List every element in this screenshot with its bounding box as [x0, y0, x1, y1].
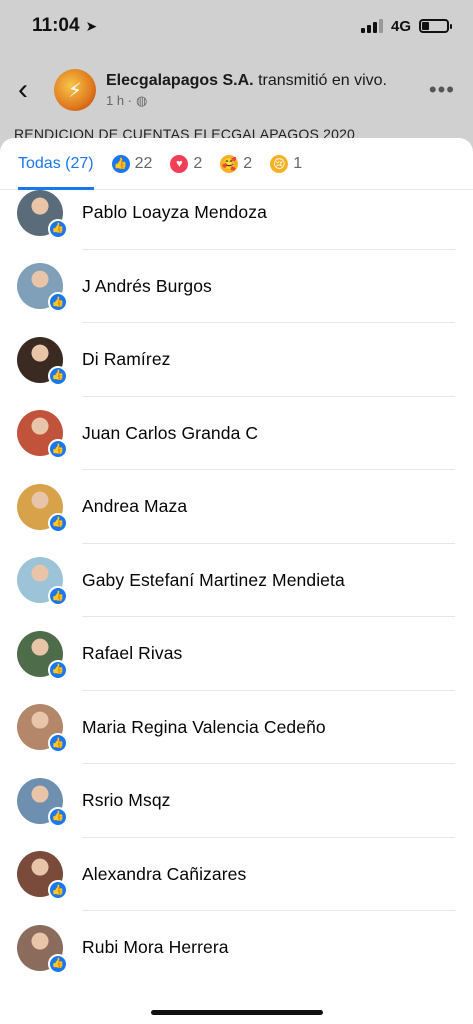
avatar-container: 👍: [17, 336, 68, 386]
list-item[interactable]: 👍 J Andrés Burgos: [0, 250, 473, 323]
tab-care-count: 2: [243, 154, 253, 172]
people-list: 👍 Pablo Loayza Mendoza 👍 J Andrés Burgos 👍 Di…: [0, 176, 473, 985]
post-header: ‹ ⚡ Elecgalapagos S.A. transmitió en viv…: [0, 60, 473, 120]
person-name[interactable]: J Andrés Burgos: [82, 276, 212, 297]
person-name[interactable]: Alexandra Cañizares: [82, 864, 246, 885]
avatar-container: 👍: [17, 704, 68, 754]
list-item[interactable]: 👍 Gaby Estefaní Martinez Mendieta: [0, 544, 473, 617]
list-item[interactable]: 👍 Di Ramírez: [0, 323, 473, 397]
network-label: 4G: [390, 17, 411, 35]
list-item[interactable]: 👍 Alexandra Cañizares: [0, 838, 473, 911]
avatar-container: 👍: [17, 630, 68, 680]
avatar-container: 👍: [17, 777, 68, 827]
like-badge-icon: 👍: [48, 586, 68, 607]
battery-level: [422, 22, 430, 30]
person-name[interactable]: Juan Carlos Granda C: [82, 423, 258, 444]
like-badge-icon: 👍: [48, 659, 68, 680]
location-arrow-icon: ➤: [85, 17, 98, 34]
list-item[interactable]: 👍 Rafael Rivas: [0, 617, 473, 691]
tab-all-label: Todas (27): [18, 154, 94, 172]
person-name[interactable]: Rubi Mora Herrera: [82, 937, 229, 958]
signal-icon: [360, 19, 383, 33]
post-time: 1 h ·: [106, 93, 133, 108]
tab-sad-count: 1: [293, 154, 303, 172]
tab-love-count: 2: [193, 154, 203, 172]
avatar-container: 👍: [17, 189, 68, 239]
like-badge-icon: 👍: [48, 512, 68, 533]
post-meta: Elecgalapagos S.A. transmitió en vivo. 1…: [106, 72, 429, 109]
sad-icon: 😢: [270, 154, 289, 173]
like-badge-icon: 👍: [48, 365, 68, 386]
person-name[interactable]: Pablo Loayza Mendoza: [82, 202, 267, 223]
person-name[interactable]: Andrea Maza: [82, 496, 187, 517]
like-badge-icon: 👍: [48, 218, 68, 239]
home-indicator[interactable]: [151, 1010, 323, 1015]
tab-like-count: 22: [134, 154, 153, 172]
like-badge-icon: 👍: [48, 292, 68, 313]
person-name[interactable]: Maria Regina Valencia Cedeño: [82, 717, 326, 738]
avatar-container: 👍: [17, 557, 68, 607]
list-item[interactable]: 👍 Maria Regina Valencia Cedeño: [0, 691, 473, 764]
like-badge-icon: 👍: [48, 733, 68, 754]
clock: 11:04 ➤: [32, 15, 97, 37]
clock-time: 11:04: [32, 15, 80, 36]
list-item[interactable]: 👍 Rubi Mora Herrera: [0, 911, 473, 985]
person-name[interactable]: Di Ramírez: [82, 349, 171, 370]
post-subtitle: 1 h · ◍: [106, 93, 429, 109]
person-name[interactable]: Rafael Rivas: [82, 643, 182, 664]
like-badge-icon: 👍: [48, 439, 68, 460]
care-icon: 🥰: [220, 154, 239, 173]
list-item[interactable]: 👍 Juan Carlos Granda C: [0, 397, 473, 470]
globe-icon: ◍: [136, 92, 148, 108]
like-badge-icon: 👍: [48, 880, 68, 901]
page-name[interactable]: Elecgalapagos S.A.: [106, 72, 254, 89]
page-avatar[interactable]: ⚡: [54, 69, 96, 111]
avatar-container: 👍: [17, 851, 68, 901]
status-indicators: 4G: [360, 17, 452, 35]
post-title: Elecgalapagos S.A. transmitió en vivo.: [106, 72, 429, 90]
more-options-icon[interactable]: •••: [429, 77, 455, 103]
avatar-container: 👍: [17, 263, 68, 313]
avatar-container: 👍: [17, 483, 68, 533]
like-icon: 👍: [111, 154, 130, 173]
status-bar: 11:04 ➤ 4G: [0, 0, 473, 52]
love-icon: ♥: [170, 154, 189, 173]
like-badge-icon: 👍: [48, 953, 68, 974]
person-name[interactable]: Rsrio Msqz: [82, 790, 171, 811]
reactions-sheet: Todas (27) 👍 22 ♥ 2 🥰 2 😢 1 👍 Pablo Loayz…: [0, 138, 473, 1024]
list-item[interactable]: 👍 Rsrio Msqz: [0, 764, 473, 838]
list-item[interactable]: 👍 Andrea Maza: [0, 470, 473, 544]
back-icon[interactable]: ‹: [18, 75, 54, 105]
person-name[interactable]: Gaby Estefaní Martinez Mendieta: [82, 570, 345, 591]
post-action: transmitió en vivo.: [258, 71, 387, 89]
list-item[interactable]: 👍 Pablo Loayza Mendoza: [0, 176, 473, 250]
like-badge-icon: 👍: [48, 806, 68, 827]
avatar-container: 👍: [17, 924, 68, 974]
avatar-container: 👍: [17, 410, 68, 460]
battery-icon: [419, 19, 452, 33]
